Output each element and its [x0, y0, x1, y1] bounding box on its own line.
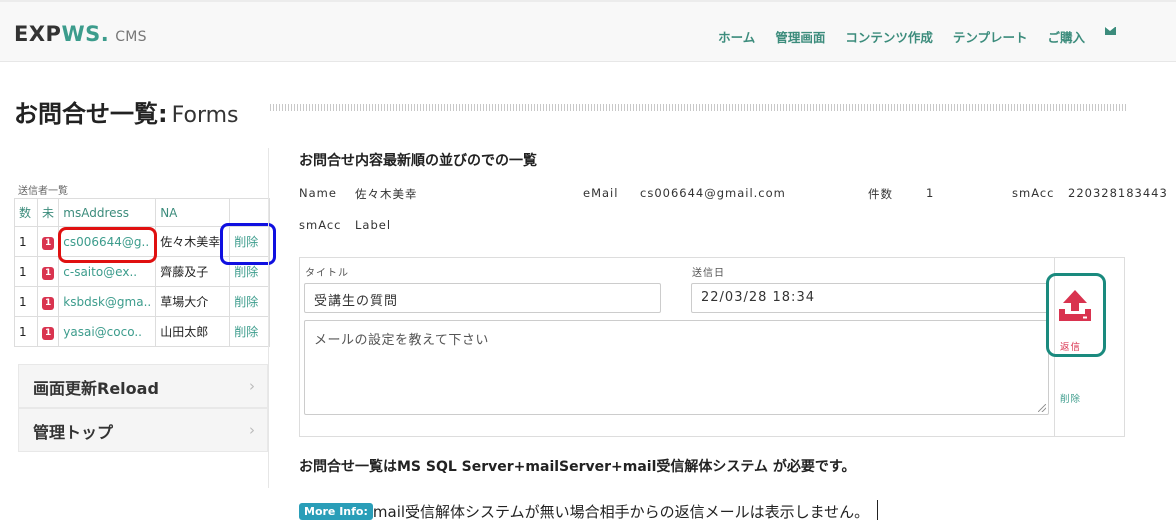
senders-caption: 送信者一覧	[18, 186, 68, 197]
col-count: 数	[14, 198, 38, 227]
col-unread: 未	[36, 198, 60, 227]
smacc-label: smAcc	[1012, 186, 1055, 200]
unread-badge: 1	[42, 296, 55, 310]
row-name: 齊藤及子	[155, 256, 231, 287]
address-highlight-box	[58, 227, 157, 263]
resize-handle-icon[interactable]	[1038, 404, 1046, 412]
title-rule	[270, 104, 1126, 111]
sent-date-input[interactable]: 22/03/28 18:34	[691, 283, 1049, 313]
row-delete-link[interactable]: 削除	[229, 316, 271, 347]
col-name: NA	[155, 198, 231, 227]
smacc-value: 220328183443	[1068, 186, 1168, 200]
navbar: EXPWS. CMS ホーム 管理画面 コンテンツ作成 テンプレート ご購入	[0, 0, 1176, 62]
table-row: 1 1 yasai@coco.. 山田太郎 削除	[14, 316, 271, 347]
name-label: Name	[299, 186, 337, 200]
row-address-link[interactable]: yasai@coco..	[58, 316, 157, 347]
smacc-label-2: smAcc	[299, 218, 342, 232]
senders-table: 数 未 msAddress NA 1 1 cs006644@g.. 佐々木美幸 …	[14, 198, 271, 347]
brand-logo[interactable]: EXPWS. CMS	[14, 22, 147, 46]
admin-top-button[interactable]: 管理トップ ›	[18, 408, 268, 452]
reload-label: 画面更新Reload	[33, 379, 159, 398]
sent-date-label: 送信日	[692, 268, 725, 279]
title-label: タイトル	[305, 268, 349, 279]
row-count: 1	[14, 256, 38, 287]
email-label: eMail	[583, 186, 619, 200]
envelope-icon[interactable]	[1105, 27, 1116, 35]
page-title: お問合せ一覧: Forms	[14, 94, 239, 129]
chevron-right-icon: ›	[249, 421, 255, 439]
page-subtitle: Forms	[171, 103, 239, 128]
title-input[interactable]: 受講生の質問	[304, 283, 661, 313]
row-delete-link[interactable]: 削除	[229, 286, 271, 317]
label-label: Label	[355, 218, 392, 232]
row-name: 山田太郎	[155, 316, 231, 347]
column-divider	[268, 148, 269, 488]
row-name: 佐々木美幸	[155, 226, 231, 257]
nav-admin[interactable]: 管理画面	[765, 27, 835, 46]
nav-menu: ホーム 管理画面 コンテンツ作成 テンプレート ご購入	[708, 27, 1116, 46]
message-text: メールの設定を教えて下さい	[314, 333, 489, 348]
email-value: cs006644@gmail.com	[640, 186, 786, 200]
inquiry-list-heading: お問合せ内容最新順の並びのでの一覧	[299, 153, 537, 169]
delete-message-button[interactable]: 削除	[1060, 391, 1081, 405]
more-info-text: mail受信解体システムが無い場合相手からの返信メールは表示しません。	[372, 503, 870, 521]
nav-home[interactable]: ホーム	[708, 27, 765, 46]
text-cursor	[877, 500, 879, 520]
row-count: 1	[14, 316, 38, 347]
reload-button[interactable]: 画面更新Reload ›	[18, 364, 268, 408]
row-name: 草場大介	[155, 286, 231, 317]
unread-badge: 1	[42, 236, 55, 250]
row-count: 1	[14, 286, 38, 317]
unread-badge: 1	[42, 266, 55, 280]
message-textarea[interactable]: メールの設定を教えて下さい	[304, 320, 1049, 415]
count-label: 件数	[868, 187, 893, 201]
admin-top-label: 管理トップ	[33, 423, 114, 442]
brand-cms: CMS	[115, 29, 147, 45]
unread-badge: 1	[42, 326, 55, 340]
brand-ws: WS.	[61, 22, 110, 46]
reply-button[interactable]: 返信	[1060, 339, 1081, 353]
chevron-right-icon: ›	[249, 377, 255, 395]
upload-icon[interactable]	[1058, 288, 1092, 322]
requirement-note: お問合せ一覧はMS SQL Server+mailServer+mail受信解体…	[299, 459, 856, 475]
nav-purchase[interactable]: ご購入	[1037, 27, 1095, 46]
table-row: 1 1 ksbdsk@gma.. 草場大介 削除	[14, 286, 271, 317]
page-title-text: お問合せ一覧:	[14, 100, 168, 128]
row-address-link[interactable]: ksbdsk@gma..	[58, 286, 157, 317]
brand-exp: EXP	[14, 22, 62, 46]
row-count: 1	[14, 226, 38, 257]
nav-create-content[interactable]: コンテンツ作成	[835, 27, 943, 46]
nav-templates[interactable]: テンプレート	[943, 27, 1038, 46]
more-info-line: More Info: mail受信解体システムが無い場合相手からの返信メールは表示…	[299, 497, 879, 522]
col-address: msAddress	[58, 198, 157, 227]
more-info-badge: More Info:	[299, 503, 373, 520]
count-value: 1	[926, 186, 935, 200]
name-value: 佐々木美幸	[355, 187, 418, 201]
